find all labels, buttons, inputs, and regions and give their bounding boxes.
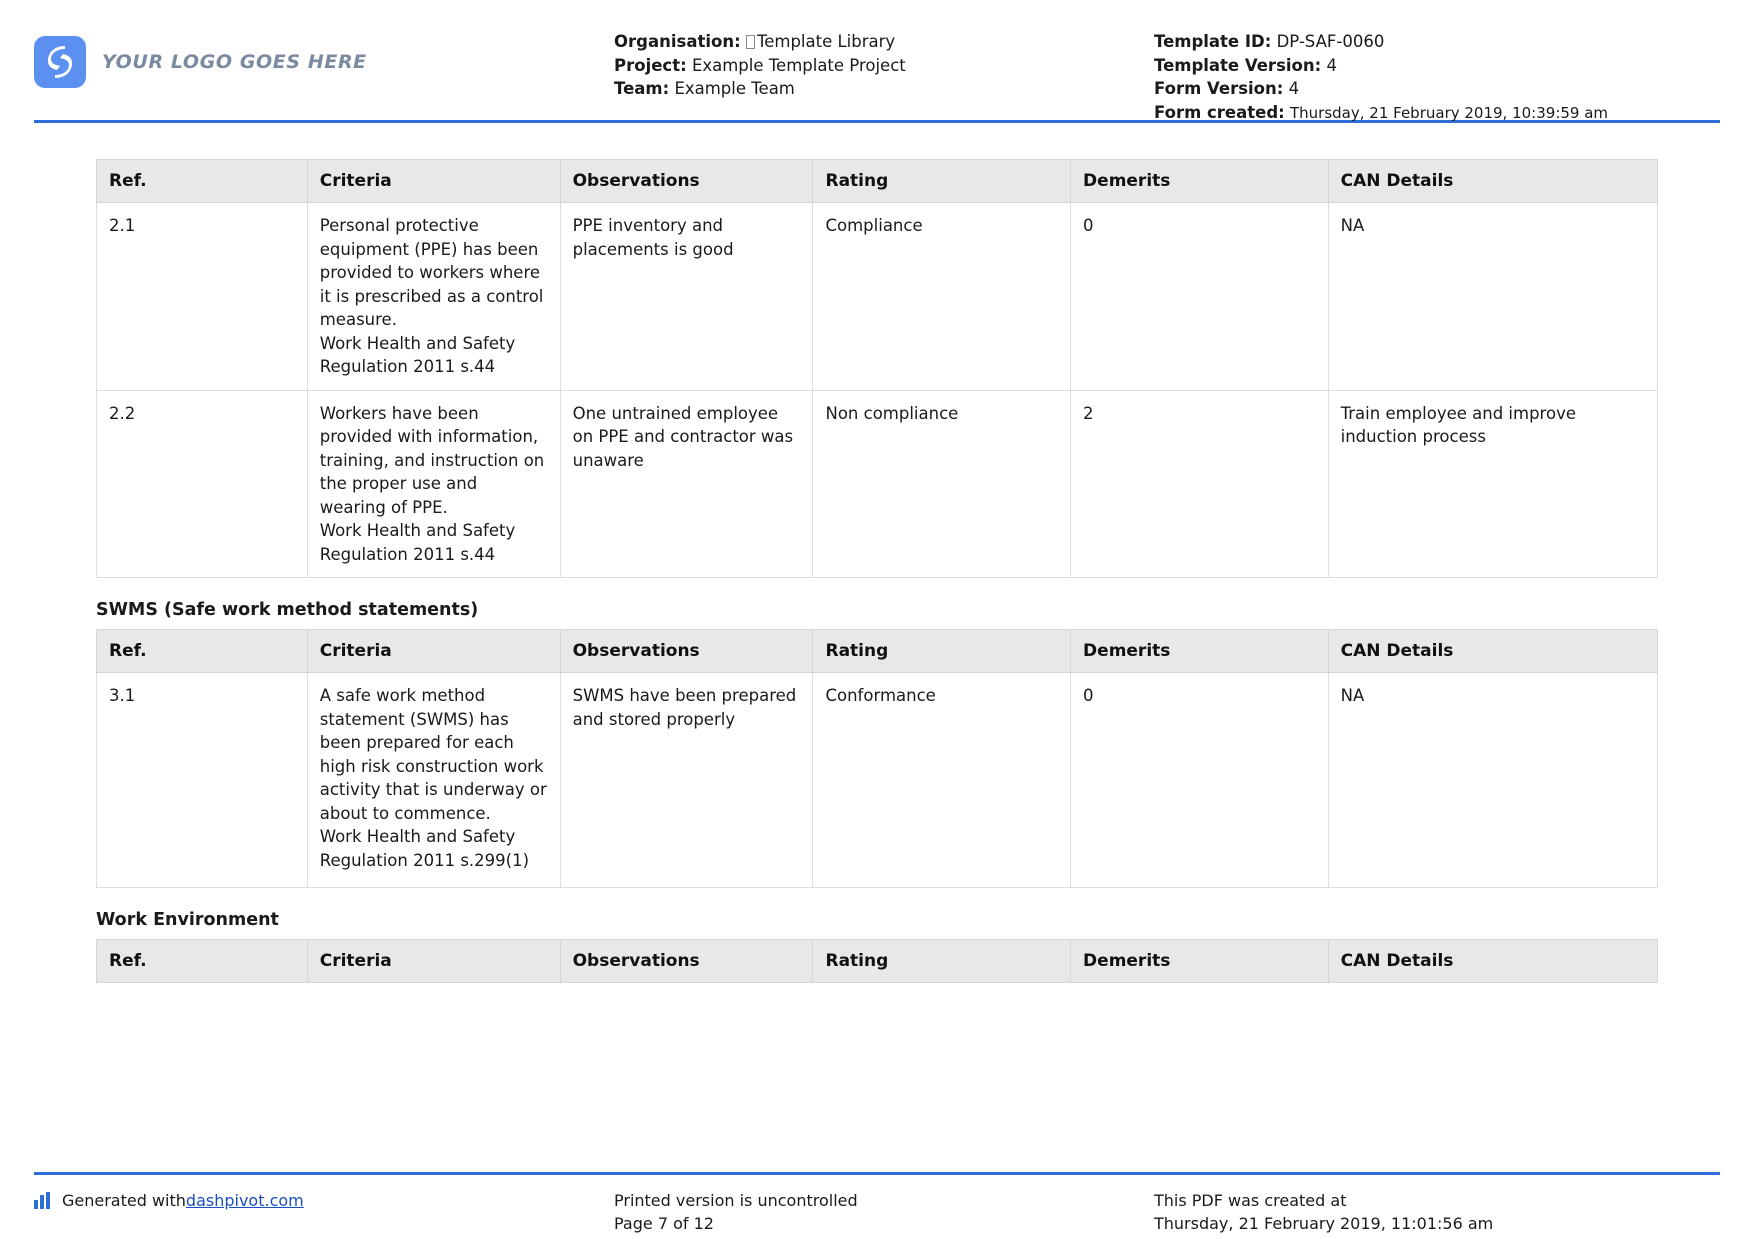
footer-generated-with: Generated with dashpivot.com (34, 1189, 614, 1212)
meta-project-label: Project: (614, 55, 687, 75)
meta-form-created-label: Form created: (1154, 102, 1285, 122)
column-header-criteria: Criteria (306, 159, 561, 203)
cell-rating: Non compliance (812, 389, 1072, 578)
table-row: 2.2 Workers have been provided with info… (96, 389, 1659, 578)
table-row: 2.1 Personal protective equipment (PPE) … (96, 202, 1659, 391)
footer-created-at: This PDF was created at Thursday, 21 Feb… (1144, 1189, 1720, 1235)
meta-template-id-value: DP-SAF-0060 (1276, 32, 1385, 51)
cell-observations: One untrained employee on PPE and contra… (559, 389, 814, 578)
dashpivot-link[interactable]: dashpivot.com (186, 1189, 304, 1212)
criteria-regulation: Work Health and Safety Regulation 2011 s… (319, 827, 530, 870)
inspection-table-work-environment: Ref. Criteria Observations Rating Demeri… (96, 939, 1659, 983)
cell-observations: PPE inventory and placements is good (559, 202, 814, 391)
column-header-ref: Ref. (96, 939, 308, 983)
cell-rating: Compliance (812, 202, 1072, 391)
cell-demerits: 2 (1070, 389, 1329, 578)
table-header-row: Ref. Criteria Observations Rating Demeri… (96, 939, 1659, 983)
header-meta-right: Template ID: DP-SAF-0060 Template Versio… (1144, 22, 1720, 125)
cell-criteria: A safe work method statement (SWMS) has … (306, 672, 561, 888)
criteria-text: Personal protective equipment (PPE) has … (319, 216, 544, 329)
footer-created-at-label: This PDF was created at (1154, 1191, 1347, 1210)
column-header-can-details: CAN Details (1327, 939, 1659, 983)
column-header-rating: Rating (812, 159, 1072, 203)
column-header-observations: Observations (559, 159, 814, 203)
logo-block: YOUR LOGO GOES HERE (34, 22, 614, 88)
criteria-text: A safe work method statement (SWMS) has … (319, 686, 547, 823)
meta-template-version: Template Version: 4 (1154, 54, 1720, 78)
meta-form-created: Form created: Thursday, 21 February 2019… (1154, 101, 1720, 126)
section-title-swms: SWMS (Safe work method statements) (96, 600, 479, 620)
column-header-ref: Ref. (96, 629, 308, 673)
page-header: YOUR LOGO GOES HERE Organisation: Templa… (0, 0, 1754, 122)
meta-organisation-label: Organisation: (614, 32, 741, 51)
column-header-can-details: CAN Details (1327, 629, 1659, 673)
criteria-regulation: Work Health and Safety Regulation 2011 s… (319, 521, 516, 564)
footer-page-info: Printed version is uncontrolled Page 7 o… (614, 1189, 1144, 1235)
column-header-observations: Observations (559, 939, 814, 983)
section-title-work-environment: Work Environment (96, 910, 279, 930)
criteria-regulation: Work Health and Safety Regulation 2011 s… (319, 333, 516, 377)
cell-can-details: NA (1327, 202, 1659, 391)
meta-template-version-value: 4 (1326, 55, 1337, 75)
logo-text: YOUR LOGO GOES HERE (102, 51, 367, 73)
meta-project-value: Example Template Project (691, 55, 906, 75)
cell-can-details: Train employee and improve induction pro… (1327, 389, 1659, 578)
meta-template-version-label: Template Version: (1154, 55, 1322, 75)
cell-ref: 2.1 (96, 202, 308, 391)
footer-uncontrolled-text: Printed version is uncontrolled (614, 1191, 858, 1210)
meta-template-id: Template ID: DP-SAF-0060 (1154, 30, 1720, 54)
cell-demerits: 0 (1070, 202, 1329, 391)
cell-ref: 2.2 (96, 389, 308, 578)
document-body: Ref. Criteria Observations Rating Demeri… (0, 159, 1754, 983)
footer-created-at-value: Thursday, 21 February 2019, 11:01:56 am (1154, 1214, 1494, 1233)
meta-form-created-value: Thursday, 21 February 2019, 10:39:59 am (1290, 103, 1609, 122)
meta-form-version-label: Form Version: (1154, 79, 1284, 98)
criteria-text: Workers have been provided with informat… (319, 403, 545, 517)
column-header-ref: Ref. (96, 159, 308, 203)
meta-team-value: Example Team (674, 79, 795, 98)
table-row: 3.1 A safe work method statement (SWMS) … (96, 672, 1659, 888)
inspection-table-swms: Ref. Criteria Observations Rating Demeri… (96, 629, 1659, 888)
table-header-row: Ref. Criteria Observations Rating Demeri… (96, 159, 1659, 203)
meta-form-version: Form Version: 4 (1154, 77, 1720, 101)
footer-generated-prefix: Generated with (62, 1191, 186, 1210)
column-header-observations: Observations (559, 629, 814, 673)
cell-criteria: Workers have been provided with informat… (306, 389, 561, 578)
footer-page-number: Page 7 of 12 (614, 1214, 714, 1233)
meta-organisation: Organisation: Template Library (614, 30, 1144, 54)
column-header-demerits: Demerits (1070, 159, 1329, 203)
column-header-can-details: CAN Details (1327, 159, 1659, 203)
meta-organisation-value: Template Library (756, 32, 896, 51)
column-header-rating: Rating (812, 629, 1072, 673)
bar-chart-icon (34, 1192, 52, 1209)
cell-observations: SWMS have been prepared and stored prope… (559, 672, 814, 888)
missing-glyph-icon (745, 35, 755, 49)
meta-team-label: Team: (614, 79, 670, 98)
meta-form-version-value: 4 (1288, 79, 1300, 98)
column-header-criteria: Criteria (306, 939, 561, 983)
table-header-row: Ref. Criteria Observations Rating Demeri… (96, 629, 1659, 673)
dashpivot-s-logo-icon (34, 36, 86, 88)
column-header-demerits: Demerits (1070, 629, 1329, 673)
footer-divider (34, 1172, 1720, 1175)
meta-template-id-label: Template ID: (1154, 32, 1272, 51)
page-footer: Generated with dashpivot.com Printed ver… (34, 1177, 1720, 1239)
header-meta-left: Organisation: Template Library Project: … (614, 22, 1144, 101)
column-header-rating: Rating (812, 939, 1072, 983)
cell-criteria: Personal protective equipment (PPE) has … (306, 202, 561, 391)
meta-team: Team: Example Team (614, 77, 1144, 101)
cell-ref: 3.1 (96, 672, 308, 888)
cell-can-details: NA (1327, 672, 1659, 888)
column-header-criteria: Criteria (306, 629, 561, 673)
cell-rating: Conformance (812, 672, 1072, 888)
column-header-demerits: Demerits (1070, 939, 1329, 983)
cell-demerits: 0 (1070, 672, 1329, 888)
meta-project: Project: Example Template Project (614, 54, 1144, 78)
inspection-table-ppe: Ref. Criteria Observations Rating Demeri… (96, 159, 1659, 578)
